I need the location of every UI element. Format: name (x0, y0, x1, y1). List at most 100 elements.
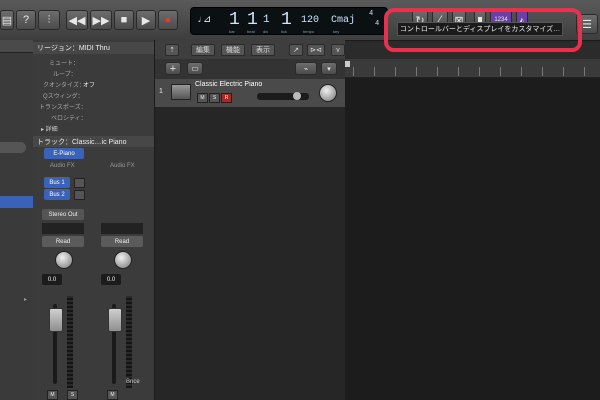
region-header[interactable]: リージョン：MIDI Thru (33, 42, 154, 54)
send-bus-1[interactable]: Bus 1 (44, 177, 70, 188)
filter-button[interactable]: ⋎ (331, 44, 345, 56)
global-tracks-button[interactable]: ▭ (187, 62, 203, 75)
mute-button-strip2[interactable]: M (107, 390, 118, 400)
solo-button-strip1[interactable]: S (67, 390, 78, 400)
library-icon: ▤ (1, 14, 13, 27)
volume-fader-2[interactable] (108, 308, 122, 332)
send-knob-1[interactable] (74, 178, 85, 188)
lcd-bar: 1 (229, 10, 240, 30)
send-bus-2[interactable]: Bus 2 (44, 189, 70, 200)
ruler-tick (437, 67, 438, 76)
quantize-value[interactable]: オフ (83, 80, 95, 89)
bar-ruler[interactable] (345, 59, 600, 78)
track-header-row[interactable]: 1 Classic Electric Piano M S R (155, 79, 345, 108)
back-arrow-button[interactable]: ⇡ (165, 44, 179, 56)
track-solo-button[interactable]: S (209, 93, 220, 103)
pan-knob-2[interactable] (114, 251, 132, 269)
library-header (0, 40, 33, 53)
sliders-icon: ⫶ (47, 13, 51, 26)
library-selected-item[interactable] (0, 196, 33, 208)
send-knob-2[interactable] (74, 190, 85, 200)
plus-icon: + (169, 62, 177, 75)
playhead-icon[interactable] (345, 61, 350, 67)
lcd-key-label: key (333, 29, 340, 34)
ruler-tick (500, 67, 501, 76)
pan-knob-1[interactable] (55, 251, 73, 269)
fast-forward-button[interactable]: ▶▶ (90, 10, 112, 30)
group-slot-1[interactable] (42, 223, 84, 234)
lcd-tick: 1 (281, 10, 292, 30)
play-icon: ▶ (141, 14, 151, 27)
inspector-panel: リージョン：MIDI Thru ミュート： ループ： クオンタイズ： オフ Qス… (33, 40, 155, 400)
record-icon: ● (164, 14, 172, 26)
ruler-tick (584, 67, 585, 76)
lcd-signature-top: 4 (369, 10, 374, 18)
record-button[interactable]: ● (158, 10, 178, 30)
add-track-button[interactable]: + (165, 62, 181, 75)
menu-functions[interactable]: 機能 (221, 44, 245, 56)
track-name[interactable]: Classic Electric Piano (195, 81, 262, 88)
automation-mode-1[interactable]: Read (42, 236, 84, 247)
track-list-toolbar: + ▭ ⌁ ▾ (155, 59, 345, 80)
ruler-tick (458, 67, 459, 76)
output-label-2[interactable]: Bnce (126, 379, 140, 385)
track-header[interactable]: トラック：Classic…ic Piano (33, 136, 154, 147)
stop-button[interactable]: ■ (114, 10, 134, 30)
volume-readout-2: 0.0 (101, 274, 121, 285)
lcd-tick-label: tick (281, 29, 287, 34)
track-record-button[interactable]: R (221, 93, 232, 103)
catch-button[interactable]: ↗ (289, 44, 303, 56)
lcd-signature-bottom: 4 (375, 20, 380, 28)
details-disclosure[interactable]: ▸ 詳細 (41, 124, 58, 133)
ruler-tick (542, 67, 543, 76)
q-swing-label: Qスウィング： (43, 94, 84, 100)
velocity-label: ベロシティ： (51, 116, 87, 122)
track-list-empty-area[interactable] (155, 107, 345, 400)
volume-slider-thumb[interactable] (293, 92, 301, 100)
library-button[interactable]: ▤ (0, 10, 14, 30)
ruler-tick (374, 67, 375, 76)
quantize-label: クオンタイズ： (43, 83, 85, 89)
mute-button-strip1[interactable]: M (47, 390, 58, 400)
up-arrow-icon: ⇡ (169, 47, 175, 54)
ruler-tick (395, 67, 396, 76)
track-volume-slider[interactable] (257, 92, 309, 100)
help-button[interactable]: ? (16, 10, 36, 30)
volume-fader-1[interactable] (49, 308, 63, 332)
track-mute-button[interactable]: M (197, 93, 208, 103)
lcd-beat: 1 (247, 10, 258, 30)
rewind-button[interactable]: ◀◀ (66, 10, 88, 30)
arrange-area[interactable] (345, 59, 600, 400)
lcd-tempo: 120 (301, 15, 320, 26)
output-slot-1[interactable]: Stereo Out (42, 209, 84, 220)
lcd-display[interactable]: ♩⊿ 1 1 1 1 120 Cmaj 4 4 bar beat div tic… (190, 7, 388, 35)
instrument-plugin-slot[interactable]: E-Piano (44, 148, 84, 159)
track-menu-button[interactable]: ▾ (321, 62, 337, 75)
list-icon: ☰ (582, 18, 592, 31)
ruler-tick (521, 67, 522, 76)
automation-mode-2[interactable]: Read (101, 236, 143, 247)
lcd-tempo-label: tempo (303, 29, 315, 34)
play-button[interactable]: ▶ (136, 10, 156, 30)
disclosure-arrow-icon[interactable]: ▸ (24, 296, 27, 303)
lcd-bar-label: bar (229, 29, 235, 34)
ruler-tick (353, 67, 354, 76)
volume-readout-1: 0.0 (42, 274, 62, 285)
tuner-icon: ♩⊿ (197, 15, 212, 26)
waveform-zoom-button[interactable]: ⌁ (295, 62, 317, 75)
loop-label: ループ： (53, 72, 77, 78)
lcd-beat-label: beat (247, 29, 255, 34)
library-search-field[interactable] (0, 142, 26, 153)
smart-controls-button[interactable]: ⫶ (38, 10, 60, 30)
highlight-annotation (384, 8, 582, 52)
audio-fx-slot-2[interactable]: Audio FX (110, 163, 135, 169)
group-slot-2[interactable] (101, 223, 143, 234)
snap-button[interactable]: ⊳⊲ (307, 44, 325, 56)
mute-label: ミュート： (49, 61, 80, 67)
level-meter-2 (126, 296, 132, 388)
audio-fx-slot-1[interactable]: Audio FX (50, 163, 75, 169)
track-pan-knob[interactable] (319, 84, 337, 102)
filter-icon: ⋎ (335, 47, 341, 54)
menu-view[interactable]: 表示 (251, 44, 275, 56)
menu-edit[interactable]: 編集 (191, 44, 215, 56)
